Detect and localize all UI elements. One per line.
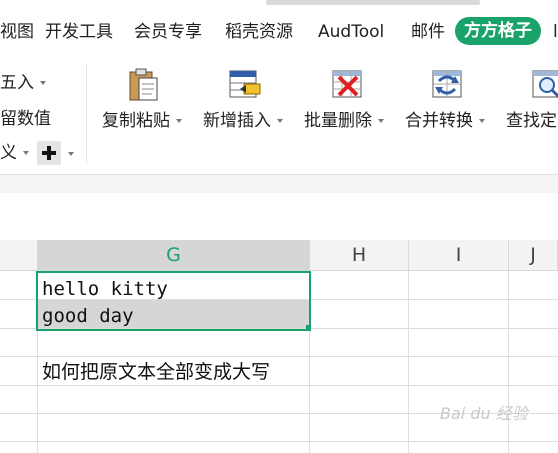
menu-item-audtool[interactable]: AudTool — [318, 19, 384, 45]
chevron-down-icon — [40, 81, 46, 85]
menu-item-docer-resources[interactable]: 稻壳资源 — [225, 19, 293, 45]
plus-icon — [42, 146, 56, 160]
batch-delete-button-icon-wrap[interactable] — [331, 68, 365, 102]
column-header-h[interactable]: H — [310, 240, 409, 271]
selection-border — [36, 271, 311, 331]
find-button-icon-wrap[interactable] — [531, 68, 558, 102]
merge-convert-icon — [432, 70, 462, 98]
menu-bar: 视图 开发工具 会员专享 稻壳资源 AudTool 邮件 方方格子 l — [0, 0, 558, 62]
grid-col-line — [408, 240, 409, 453]
copy-paste-label: 复制粘贴 — [102, 111, 170, 131]
merge-convert-button-icon-wrap[interactable] — [431, 68, 465, 102]
keep-values-option[interactable]: 留数值 — [0, 108, 51, 130]
grid-row-line — [0, 441, 558, 442]
delete-table-icon — [332, 70, 362, 98]
round-option-label: 五入 — [0, 73, 34, 93]
menu-item-member-exclusive[interactable]: 会员专享 — [134, 19, 202, 45]
copy-paste-button[interactable]: 复制粘贴 — [102, 108, 182, 134]
grid-row-line — [0, 356, 558, 357]
menu-item-mail[interactable]: 邮件 — [411, 19, 445, 45]
chevron-down-icon — [378, 119, 384, 123]
column-header-g[interactable]: G — [38, 240, 310, 271]
custom-option[interactable]: 义 — [0, 142, 29, 164]
cell-g4[interactable]: 如何把原文本全部变成大写 — [42, 359, 270, 385]
fill-handle[interactable] — [306, 325, 311, 330]
row-header-corner[interactable] — [0, 240, 38, 271]
watermark: Bai du 经验 — [440, 404, 528, 423]
column-header-j[interactable]: J — [509, 240, 558, 271]
clipboard-paste-icon — [129, 68, 158, 101]
chevron-down-icon — [176, 119, 182, 123]
merge-convert-label: 合并转换 — [405, 111, 473, 131]
formula-bar[interactable] — [0, 174, 558, 194]
batch-delete-button[interactable]: 批量删除 — [304, 108, 384, 134]
custom-option-label: 义 — [0, 143, 17, 163]
find-locate-button[interactable]: 查找定 — [506, 108, 558, 134]
chevron-down-icon — [479, 119, 485, 123]
sheet-top-gap — [0, 193, 558, 240]
chevron-down-icon — [23, 151, 29, 155]
grid-row-line — [0, 385, 558, 386]
column-header-i[interactable]: I — [409, 240, 509, 271]
menu-item-overflow[interactable]: l — [553, 19, 558, 45]
insert-button[interactable]: 新增插入 — [203, 108, 283, 134]
plus-button[interactable] — [37, 141, 61, 165]
menu-item-view[interactable]: 视图 — [0, 19, 34, 45]
insert-button-icon-wrap[interactable] — [228, 68, 262, 102]
keep-values-label: 留数值 — [0, 109, 51, 129]
top-scroll-strip — [0, 0, 558, 8]
ribbon-divider — [86, 64, 87, 164]
chevron-down-icon[interactable] — [68, 152, 74, 156]
round-option[interactable]: 五入 — [0, 72, 46, 94]
copy-paste-button-icon-wrap[interactable] — [127, 68, 161, 102]
menu-item-fangfanggezi[interactable]: 方方格子 — [455, 17, 541, 45]
chevron-down-icon — [277, 119, 283, 123]
merge-convert-button[interactable]: 合并转换 — [405, 108, 485, 134]
menu-item-developer-tools[interactable]: 开发工具 — [45, 19, 113, 45]
batch-delete-label: 批量删除 — [304, 111, 372, 131]
find-locate-icon — [532, 70, 558, 99]
insert-row-icon — [229, 70, 261, 98]
top-scrollbar-thumb[interactable] — [266, 0, 480, 5]
find-locate-label: 查找定 — [506, 111, 557, 131]
insert-label: 新增插入 — [203, 111, 271, 131]
